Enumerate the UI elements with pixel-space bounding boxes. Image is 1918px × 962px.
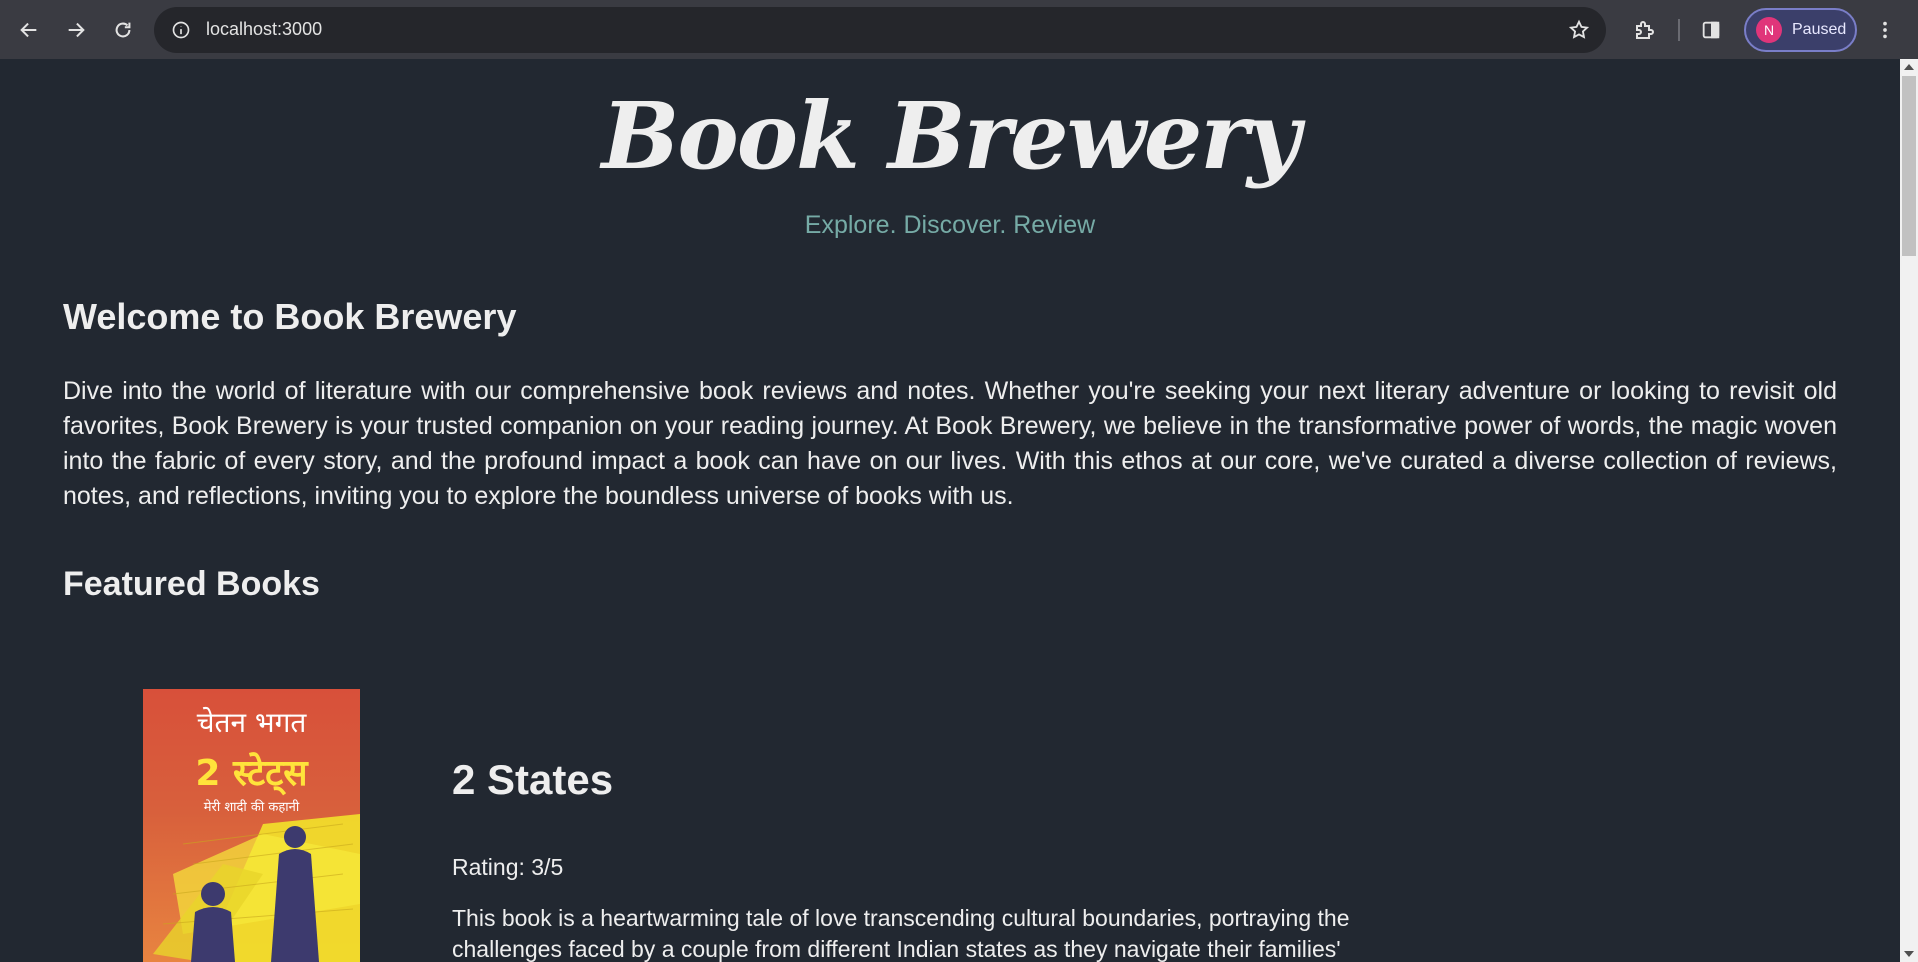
welcome-heading: Welcome to Book Brewery — [63, 296, 517, 337]
url-text[interactable]: localhost:3000 — [206, 19, 322, 40]
browser-menu-button[interactable] — [1873, 12, 1897, 48]
site-info-button[interactable] — [168, 17, 194, 43]
arrow-right-icon — [68, 22, 85, 37]
book-rating: Rating: 3/5 — [452, 854, 564, 880]
cover-illustration — [153, 814, 360, 962]
info-icon — [172, 21, 190, 38]
cover-subtitle: मेरी शादी की कहानी — [203, 800, 300, 815]
book-description: This book is a heartwarming tale of love… — [452, 905, 1350, 962]
book-cover-image[interactable]: चेतन भगत 2 स्टेट्स मेरी शादी की कहानी — [143, 689, 360, 962]
side-panel-button[interactable] — [1696, 15, 1726, 45]
site-tagline: Explore. Discover. Review — [804, 211, 1096, 239]
extensions-button[interactable] — [1626, 12, 1662, 48]
forward-button[interactable] — [56, 10, 96, 50]
side-panel-icon — [1702, 21, 1720, 38]
bookmark-button[interactable] — [1566, 17, 1592, 43]
back-button[interactable] — [9, 10, 49, 50]
cover-author: चेतन भगत — [196, 706, 307, 739]
avatar: N — [1756, 16, 1782, 43]
reload-button[interactable] — [103, 10, 143, 50]
page-scrollbar[interactable] — [1900, 59, 1918, 962]
browser-toolbar: localhost:3000 N Paused — [0, 0, 1918, 59]
scroll-thumb[interactable] — [1902, 76, 1916, 256]
cover-title: 2 स्टेट्स — [195, 753, 308, 794]
book-title[interactable]: 2 States — [452, 756, 613, 804]
toolbar-divider — [1678, 18, 1680, 41]
arrow-left-icon — [20, 22, 37, 37]
scroll-down-arrow-icon[interactable] — [1904, 951, 1914, 957]
site-title: Book Brewery — [601, 82, 1301, 190]
star-icon — [1568, 19, 1590, 39]
reload-icon — [115, 22, 131, 37]
address-bar[interactable]: localhost:3000 — [154, 6, 1606, 53]
puzzle-icon — [1636, 20, 1654, 39]
intro-paragraph: Dive into the world of literature with o… — [63, 377, 1837, 510]
featured-heading: Featured Books — [63, 565, 320, 603]
scroll-up-arrow-icon[interactable] — [1904, 64, 1914, 70]
profile-button[interactable]: N Paused — [1744, 7, 1857, 52]
profile-status: Paused — [1792, 20, 1847, 38]
more-vert-icon — [1883, 21, 1887, 38]
